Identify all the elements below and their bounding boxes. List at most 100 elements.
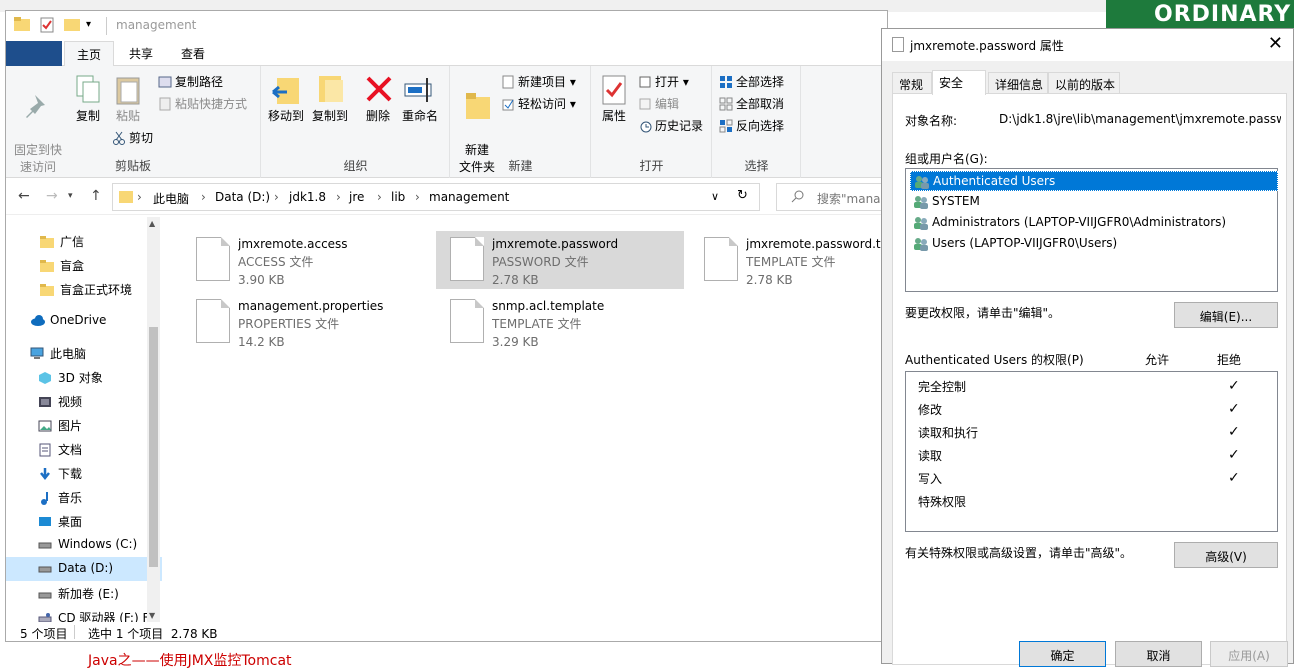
user-list-item[interactable]: Administrators (LAPTOP-VIIJGFR0\Administ… [910,213,1278,233]
file-item[interactable]: jmxremote.password.ter TEMPLATE 文件 2.78 KB [690,231,888,289]
tab-details[interactable]: 详细信息 [988,72,1048,94]
quick-access-dropdown-icon[interactable]: ▾ [86,19,91,30]
edit-button[interactable]: 编辑(E)... [1174,302,1278,328]
search-icon [791,189,805,206]
file-name: jmxremote.password.ter [746,237,888,251]
group-or-user-label: 组或用户名(G): [905,152,988,166]
paste-shortcut-button[interactable]: 粘贴快捷方式 [158,94,247,114]
user-list-item[interactable]: Authenticated Users [910,171,1278,191]
copy-to-button[interactable]: 复制到 [308,74,352,125]
tree-item[interactable]: 文档 [6,437,162,461]
paste-button[interactable]: 粘贴 [110,74,146,125]
edit-button[interactable]: 编辑 [638,94,679,114]
properties-button[interactable]: 属性 [596,74,632,125]
new-folder-quick-icon[interactable] [64,17,80,35]
history-button[interactable]: 历史记录 [638,116,703,136]
permission-row: 读取和执行 ✓ [918,424,1258,446]
tree-item[interactable]: 广信 [6,229,162,253]
properties-quick-icon[interactable] [40,17,54,37]
paste-shortcut-icon [158,97,172,111]
copy-button[interactable]: 复制 [70,74,106,125]
close-icon[interactable]: ✕ [1268,33,1283,54]
ok-button[interactable]: 确定 [1019,641,1106,667]
selection-info: 选中 1 个项目 2.78 KB [88,627,218,641]
recent-dropdown-icon[interactable]: ▾ [68,191,73,201]
tree-item[interactable]: 桌面 [6,509,162,533]
deny-check-icon: ✓ [1228,401,1240,417]
back-arrow-icon[interactable]: ← [18,188,30,204]
tree-item-label: 视频 [58,395,83,409]
rename-button[interactable]: 重命名 [400,74,440,125]
select-none-button[interactable]: 全部取消 [719,94,784,114]
user-list-item[interactable]: Users (LAPTOP-VIIJGFR0\Users) [910,234,1278,254]
user-name: Users (LAPTOP-VIIJGFR0\Users) [932,236,1118,250]
tree-item[interactable]: 下载 [6,461,162,485]
user-list-item[interactable]: SYSTEM [910,192,1278,212]
address-bar[interactable]: › 此电脑 › Data (D:) › jdk1.8 › jre › lib ›… [112,183,760,211]
up-arrow-icon[interactable]: ↑ [90,188,102,204]
forward-arrow-icon[interactable]: → [46,188,58,204]
file-name: management.properties [238,299,384,313]
tab-previous-versions[interactable]: 以前的版本 [1048,72,1120,94]
advanced-button[interactable]: 高级(V) [1174,542,1278,568]
breadcrumb-item[interactable]: management [429,190,509,204]
breadcrumb-item[interactable]: Data (D:) [215,190,270,204]
address-dropdown-icon[interactable]: ∨ [711,190,719,203]
tab-general[interactable]: 常规 [892,72,932,94]
article-link[interactable]: Java之——使用JMX监控Tomcat [88,650,292,670]
tree-item[interactable]: Windows (C:) [6,533,162,557]
scroll-up-icon[interactable]: ▲ [149,219,155,228]
tree-item[interactable]: 此电脑 [6,341,162,365]
tree-item[interactable]: 音乐 [6,485,162,509]
tab-security[interactable]: 安全 [932,70,986,95]
invert-selection-button[interactable]: 反向选择 [719,116,784,136]
tree-item[interactable]: 盲盒正式环境 [6,277,162,301]
open-group: 属性 打开 ▾ 编辑 历史记录 打开 [592,66,712,178]
scrollbar-thumb[interactable] [149,327,158,567]
open-group-label: 打开 [639,159,664,173]
tree-item[interactable]: 新加卷 (E:) [6,581,162,605]
file-item[interactable]: management.properties PROPERTIES 文件 14.2 K… [182,293,430,351]
cut-button[interactable]: 剪切 [112,128,153,148]
file-name: snmp.acl.template [492,299,605,313]
folder-icon [119,189,133,206]
file-item[interactable]: snmp.acl.template TEMPLATE 文件 3.29 KB [436,293,684,351]
tree-item[interactable]: 图片 [6,413,162,437]
select-all-button[interactable]: 全部选择 [719,72,784,92]
apply-button[interactable]: 应用(A) [1210,641,1288,667]
file-item[interactable]: jmxremote.password PASSWORD 文件 2.78 KB [436,231,684,289]
tab-share[interactable]: 共享 [116,41,166,66]
breadcrumb-item[interactable]: 此电脑 [153,190,189,207]
file-type: PASSWORD 文件 [492,255,589,269]
drive-icon [38,587,52,601]
document-icon [38,443,52,457]
delete-button[interactable]: 删除 [362,74,394,125]
move-to-button[interactable]: 移动到 [266,74,306,125]
scroll-down-icon[interactable]: ▼ [149,611,155,620]
new-item-button[interactable]: 新建项目 ▾ [501,72,576,92]
tab-view[interactable]: 查看 [168,41,218,66]
easy-access-icon [501,97,515,111]
breadcrumb-item[interactable]: jdk1.8 [289,190,326,204]
tree-item[interactable]: 盲盒 [6,253,162,277]
user-name: Administrators (LAPTOP-VIIJGFR0\Administ… [932,215,1227,229]
refresh-icon[interactable]: ↻ [737,188,748,203]
user-list[interactable]: Authenticated Users SYSTEM Administrators … [905,168,1278,292]
tree-item[interactable]: OneDrive [6,309,162,333]
navigation-scrollbar[interactable]: ▲ ▼ [147,217,160,622]
tree-item[interactable]: 视频 [6,389,162,413]
tree-item[interactable]: Data (D:) [6,557,162,581]
copy-path-button[interactable]: 复制路径 [158,72,223,92]
file-icon [196,237,230,281]
breadcrumb-item[interactable]: jre [349,190,364,204]
tree-item[interactable]: 3D 对象 [6,365,162,389]
open-button[interactable]: 打开 ▾ [638,72,689,92]
tab-home[interactable]: 主页 [64,41,114,67]
search-input[interactable]: 搜索"manag [776,183,887,211]
cancel-button[interactable]: 取消 [1115,641,1202,667]
tree-item-label: 盲盒 [60,259,85,273]
file-size: 2.78 KB [746,273,793,287]
breadcrumb-item[interactable]: lib [391,190,405,204]
file-item[interactable]: jmxremote.access ACCESS 文件 3.90 KB [182,231,430,289]
easy-access-button[interactable]: 轻松访问 ▾ [501,94,576,114]
